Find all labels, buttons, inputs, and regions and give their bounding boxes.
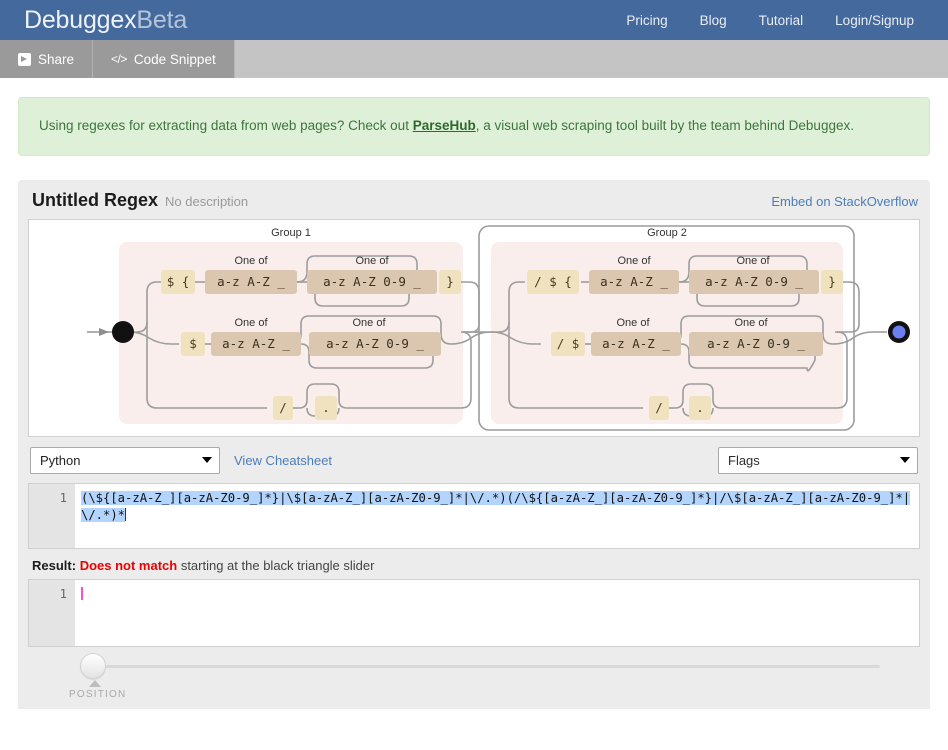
action-toolbar: Share </> Code Snippet (0, 40, 948, 78)
g1-r3-slash-text: / (279, 400, 287, 415)
regex-gutter-blank: . (29, 507, 67, 524)
g2-r3-dot-text: . (696, 400, 704, 415)
regex-input[interactable]: (\${[a-zA-Z_][a-zA-Z0-9_]*}|\$[a-zA-Z_][… (75, 484, 919, 548)
g1-r1-charclass-2-text: a-z A-Z 0-9 _ (323, 274, 421, 289)
regex-line-number: 1 (59, 490, 67, 505)
g2-r2-oneof-label-2: One of (734, 317, 768, 329)
g1-r2-oneof-label-1: One of (234, 317, 268, 329)
g2-r1-oneof-label-2: One of (736, 255, 770, 267)
g1-r1-oneof-label-2: One of (355, 255, 389, 267)
g1-r2-charclass-1-text: a-z A-Z _ (222, 336, 290, 351)
code-snippet-button-label: Code Snippet (133, 51, 216, 67)
page-body: Using regexes for extracting data from w… (0, 97, 948, 709)
code-snippet-button[interactable]: </> Code Snippet (93, 40, 235, 78)
g2-r2-oneof-label-1: One of (616, 317, 650, 329)
position-slider-knob[interactable] (80, 652, 106, 679)
share-icon (18, 52, 31, 66)
test-string-editor[interactable]: 1 (28, 578, 920, 647)
brand-beta-tag: Beta (136, 5, 188, 34)
g2-r3-slash-text: / (655, 400, 663, 415)
position-triangle-icon (89, 679, 101, 687)
position-slider-track[interactable] (106, 664, 880, 668)
top-navbar: DebuggexBeta Pricing Blog Tutorial Login… (0, 0, 948, 40)
flags-select[interactable]: Flags (718, 446, 918, 474)
promo-banner: Using regexes for extracting data from w… (18, 97, 930, 156)
editor-controls: Python View Cheatsheet Flags (28, 437, 920, 483)
code-icon: </> (111, 52, 127, 66)
chevron-down-icon (900, 457, 910, 464)
nav-link-login-signup[interactable]: Login/Signup (819, 13, 930, 28)
g2-r2-literal-text: / $ (557, 336, 580, 351)
promo-text-after: , a visual web scraping tool built by th… (475, 118, 854, 133)
brand-logo[interactable]: DebuggexBeta (24, 6, 187, 35)
position-slider-area[interactable]: POSITION (28, 647, 920, 709)
position-slider-label: POSITION (69, 688, 127, 700)
flags-value: Flags (728, 452, 760, 468)
g2-r1-charclass-1-text: a-z A-Z _ (600, 274, 668, 289)
regex-flavor-value: Python (40, 452, 81, 468)
g1-r2-literal-text: $ (189, 336, 197, 351)
railroad-diagram[interactable]: Group 1 Group 2 $ {One of a-z A-Z _ One… (28, 218, 920, 437)
match-position-caret (81, 586, 83, 600)
panel-description: No description (165, 193, 249, 209)
result-gutter: 1 (29, 579, 75, 646)
page-title: Untitled Regex (32, 189, 159, 210)
embed-on-stackoverflow-link[interactable]: Embed on StackOverflow (771, 194, 918, 209)
result-label: Result: (32, 557, 77, 573)
status-badge: Does not match (79, 557, 178, 573)
regex-panel: Untitled Regex No description Embed on St… (18, 179, 930, 709)
g1-r3-dot-text: . (322, 400, 330, 415)
g1-r2-charclass-2-text: a-z A-Z 0-9 _ (326, 336, 424, 351)
share-button-label: Share (38, 51, 75, 67)
regex-input-editor[interactable]: 1 . (\${[a-zA-Z_][a-zA-Z0-9_]*}|\$[a-zA-… (28, 482, 920, 549)
controls-left: Python View Cheatsheet (30, 446, 332, 474)
g1-r1-charclass-1-text: a-z A-Z _ (217, 274, 285, 289)
result-line-number: 1 (59, 586, 67, 601)
text-caret (125, 507, 127, 521)
group1-label: Group 1 (271, 227, 311, 239)
nav-link-tutorial[interactable]: Tutorial (743, 13, 820, 28)
g1-r1-oneof-label-1: One of (234, 255, 268, 267)
view-cheatsheet-link[interactable]: View Cheatsheet (234, 453, 332, 468)
g2-r2-charclass-1-text: a-z A-Z _ (602, 336, 670, 351)
g1-r1-literal-text: $ { (167, 274, 190, 289)
brand-name: Debuggex (24, 5, 137, 34)
g2-r1-oneof-label-1: One of (617, 255, 651, 267)
result-tail-text: starting at the black triangle slider (177, 557, 375, 573)
nav-link-blog[interactable]: Blog (684, 13, 743, 28)
test-string-input[interactable] (75, 580, 919, 646)
g1-r1-close-text: } (446, 274, 454, 289)
g2-r2-charclass-2-text: a-z A-Z 0-9 _ (707, 336, 805, 351)
panel-title-group: Untitled Regex No description (32, 190, 248, 211)
regex-flavor-select[interactable]: Python (30, 446, 220, 474)
group2-label: Group 2 (647, 227, 687, 239)
panel-header: Untitled Regex No description Embed on St… (28, 190, 920, 219)
g2-r1-close-text: } (828, 274, 836, 289)
share-button[interactable]: Share (0, 40, 94, 78)
start-node (112, 320, 134, 343)
g2-r1-charclass-2-text: a-z A-Z 0-9 _ (705, 274, 803, 289)
g2-r1-literal-text: / $ { (534, 274, 572, 289)
g1-r2-oneof-label-2: One of (352, 317, 386, 329)
chevron-down-icon (202, 457, 212, 464)
end-node (892, 325, 906, 339)
promo-text-before: Using regexes for extracting data from w… (39, 118, 413, 133)
regex-gutter: 1 . (29, 483, 75, 548)
start-arrow-icon (99, 327, 109, 336)
parsehub-link[interactable]: ParseHub (413, 118, 476, 133)
regex-input-value: (\${[a-zA-Z_][a-zA-Z0-9_]*}|\$[a-zA-Z_][… (81, 490, 911, 522)
nav-link-pricing[interactable]: Pricing (610, 13, 683, 28)
result-status-line: Result: Does not match starting at the b… (28, 549, 920, 579)
nav-links: Pricing Blog Tutorial Login/Signup (610, 13, 930, 28)
